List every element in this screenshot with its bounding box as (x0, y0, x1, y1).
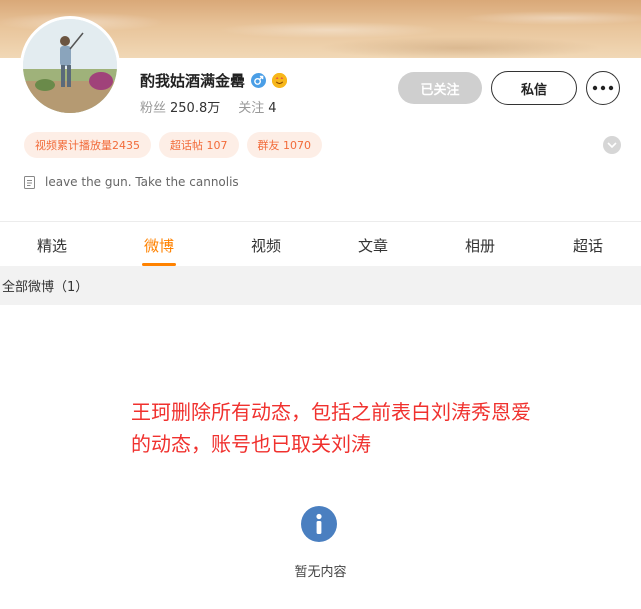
more-dots-icon (592, 85, 614, 91)
filter-label: 全部微博（1） (2, 280, 89, 295)
tab-featured[interactable]: 精选 (37, 235, 67, 256)
tag-super-topic-posts[interactable]: 超话帖 107 (159, 132, 239, 158)
profile-name: 酌我姑酒满金罍 (140, 72, 246, 90)
profile-tabs: 精选 微博 视频 文章 相册 超话 (0, 222, 641, 266)
tab-album[interactable]: 相册 (465, 235, 495, 256)
tab-super-topic[interactable]: 超话 (573, 235, 603, 256)
tab-articles[interactable]: 文章 (358, 235, 388, 256)
tag-video-plays[interactable]: 视频累计播放量2435 (24, 132, 151, 158)
message-button[interactable]: 私信 (491, 71, 577, 105)
filter-bar[interactable]: 全部微博（1） (0, 266, 641, 305)
caption-line-1: 王珂删除所有动态，包括之前表白刘涛秀恩爱 (131, 400, 531, 424)
tag-group-members[interactable]: 群友 1070 (246, 132, 322, 158)
caption-line-2: 的动态，账号也已取关刘涛 (131, 432, 371, 456)
empty-state-text: 暂无内容 (294, 565, 347, 580)
followers-count[interactable]: 250.8万 (170, 97, 220, 116)
red-caption: 王珂删除所有动态，包括之前表白刘涛秀恩爱 的动态，账号也已取关刘涛 (131, 396, 631, 460)
bio-text: leave the gun. Take the cannolis (45, 175, 239, 189)
expand-button[interactable] (603, 136, 621, 154)
tab-weibo[interactable]: 微博 (144, 235, 174, 256)
avatar[interactable] (20, 16, 120, 116)
smiling-face-badge-icon (272, 73, 288, 88)
following-label: 关注 (238, 101, 265, 116)
info-icon (301, 506, 337, 542)
avatar-photo (23, 19, 117, 113)
followed-button[interactable]: 已关注 (398, 72, 482, 104)
document-icon (24, 175, 35, 189)
tab-video[interactable]: 视频 (251, 235, 281, 256)
following-count[interactable]: 4 (268, 101, 276, 116)
chevron-down-icon (607, 142, 617, 148)
profile-tags: 视频累计播放量2435 超话帖 107 群友 1070 (24, 132, 322, 158)
bio: leave the gun. Take the cannolis (24, 175, 239, 189)
male-gender-icon (251, 73, 267, 88)
followers-label: 粉丝 (140, 101, 167, 116)
more-button[interactable] (586, 71, 620, 105)
